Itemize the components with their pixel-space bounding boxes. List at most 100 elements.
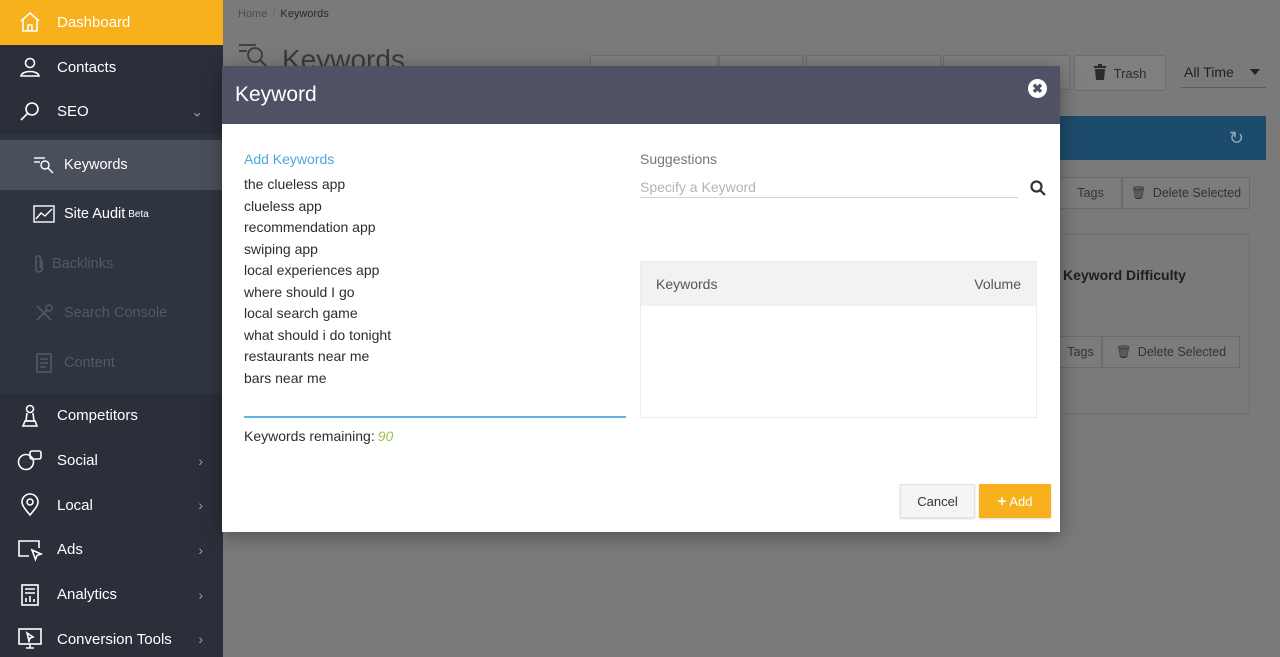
suggestion-search-input[interactable]: [640, 176, 1018, 198]
sidebar-item-contacts[interactable]: Contacts: [0, 45, 223, 90]
sidebar-subitem-content[interactable]: Content: [0, 338, 223, 388]
breadcrumb: Home / Keywords: [238, 8, 329, 20]
keyword-modal: Keyword ✖ Add Keywords the clueless app …: [222, 66, 1060, 532]
sidebar-subitem-label: Site Audit: [64, 206, 126, 223]
chevron-down-icon: ⌄: [191, 103, 203, 120]
add-button-label: Add: [1009, 493, 1033, 509]
keyword-line: the clueless app: [244, 176, 346, 192]
sidebar-subitem-label: Content: [64, 354, 115, 371]
table-header: Keywords Volume: [641, 262, 1036, 306]
keyword-line: local search game: [244, 305, 358, 321]
chess-pawn-icon: [16, 402, 44, 430]
add-keywords-section: Add Keywords the clueless app clueless a…: [244, 151, 626, 389]
delete-selected-button[interactable]: 🗑 Delete Selected: [1102, 336, 1240, 368]
keyword-line: where should I go: [244, 283, 355, 300]
add-keywords-label: Add Keywords: [244, 151, 335, 167]
suggestions-table: Keywords Volume: [640, 261, 1037, 418]
sidebar-item-label: Contacts: [57, 58, 117, 76]
chevron-right-icon: ›: [198, 497, 203, 514]
sidebar-item-label: Analytics: [57, 586, 118, 604]
sidebar-subitem-label: Backlinks: [52, 255, 114, 272]
trash-label: Trash: [1113, 65, 1147, 81]
suggestions-label: Suggestions: [640, 151, 718, 167]
remaining-count: 90: [377, 428, 394, 444]
cancel-button[interactable]: Cancel: [900, 484, 975, 518]
trash-icon: 🗑: [1115, 344, 1132, 359]
sidebar-item-label: Social: [57, 452, 98, 470]
sidebar-item-competitors[interactable]: Competitors: [0, 394, 223, 439]
search-icon[interactable]: [1030, 180, 1046, 196]
document-icon: [32, 352, 56, 374]
chevron-right-icon: ›: [198, 452, 203, 469]
sidebar-subitem-site-audit[interactable]: Site Audit Beta: [0, 189, 223, 240]
breadcrumb-separator: /: [272, 8, 276, 20]
tags-label: Tags: [1067, 345, 1094, 359]
sidebar-item-social[interactable]: Social ›: [0, 438, 223, 483]
sidebar-item-analytics[interactable]: Analytics ›: [0, 572, 223, 617]
sidebar-item-local[interactable]: Local ›: [0, 483, 223, 528]
column-header-volume[interactable]: Volume: [974, 276, 1021, 292]
delete-selected-label: Delete Selected: [1137, 345, 1227, 359]
chart-trend-icon: [32, 203, 56, 225]
keyword-line: restaurants near me: [244, 348, 370, 364]
sidebar-subitem-label: Keywords: [64, 156, 128, 173]
report-icon: [16, 581, 44, 609]
suggestions-section: Suggestions: [640, 151, 1046, 198]
sidebar-subitem-keywords[interactable]: Keywords: [0, 140, 223, 190]
time-filter-select[interactable]: All Time: [1181, 56, 1266, 88]
keyword-difficulty-header: Keyword Difficulty: [1063, 267, 1186, 283]
tags-label: Tags: [1077, 186, 1104, 200]
keyword-line: swiping app: [244, 240, 318, 257]
sidebar: Dashboard Contacts SEO ⌄ Keywords Site A…: [0, 0, 223, 657]
chevron-right-icon: ›: [198, 631, 203, 648]
caret-down-icon: [1250, 69, 1260, 75]
remaining-label: Keywords remaining:: [244, 428, 375, 444]
modal-title: Keyword: [235, 83, 317, 106]
panel-header: ↻: [1043, 116, 1266, 160]
sidebar-subitem-backlinks[interactable]: Backlinks: [0, 239, 223, 289]
sidebar-item-label: Competitors: [57, 407, 138, 425]
map-pin-icon: [16, 491, 44, 519]
sidebar-item-label: Local: [57, 496, 93, 514]
chevron-right-icon: ›: [198, 586, 203, 603]
home-icon: [16, 8, 44, 36]
trash-icon: [1093, 63, 1106, 83]
trash-button[interactable]: Trash: [1074, 55, 1166, 91]
beta-badge: Beta: [128, 208, 149, 220]
keywords-remaining: Keywords remaining: 90: [244, 428, 393, 444]
sidebar-item-ads[interactable]: Ads ›: [0, 528, 223, 573]
column-header-keywords[interactable]: Keywords: [656, 276, 717, 292]
sidebar-item-dashboard[interactable]: Dashboard: [0, 0, 223, 45]
delete-selected-button[interactable]: 🗑 Delete Selected: [1122, 177, 1250, 209]
textarea-focus-line: [244, 416, 626, 418]
sidebar-item-label: Conversion Tools: [57, 630, 172, 648]
modal-header: Keyword ✖: [222, 66, 1060, 124]
keyword-line: what should i do tonight: [244, 326, 392, 343]
user-icon: [16, 53, 44, 81]
cursor-window-icon: [16, 536, 44, 564]
keyword-line: local experiences app: [244, 262, 380, 278]
breadcrumb-current: Keywords: [280, 8, 329, 20]
sidebar-item-label: SEO: [57, 103, 89, 121]
add-button[interactable]: + Add: [979, 484, 1051, 518]
breadcrumb-home[interactable]: Home: [238, 8, 267, 20]
tags-button[interactable]: Tags: [1059, 177, 1122, 209]
keywords-card: [1058, 234, 1250, 414]
chevron-right-icon: ›: [198, 541, 203, 558]
sidebar-item-seo[interactable]: SEO ⌄: [0, 89, 223, 134]
tags-button[interactable]: Tags: [1059, 336, 1102, 368]
sidebar-item-label: Dashboard: [57, 13, 131, 31]
tools-icon: [32, 302, 56, 324]
sidebar-item-conversion-tools[interactable]: Conversion Tools ›: [0, 617, 223, 657]
delete-selected-label: Delete Selected: [1152, 186, 1242, 200]
plus-icon: +: [997, 492, 1007, 510]
seo-submenu: Keywords Site Audit Beta Backlinks Search…: [0, 134, 223, 394]
refresh-icon[interactable]: ↻: [1229, 128, 1244, 149]
magnifier-icon: [16, 98, 44, 126]
sidebar-item-label: Ads: [57, 541, 83, 559]
keyword-line: recommendation app: [244, 219, 376, 235]
close-icon[interactable]: ✖: [1028, 79, 1047, 98]
time-filter-value: All Time: [1184, 63, 1234, 80]
sidebar-subitem-search-console[interactable]: Search Console: [0, 288, 223, 339]
keywords-textarea[interactable]: the clueless app clueless app recommenda…: [244, 174, 626, 389]
